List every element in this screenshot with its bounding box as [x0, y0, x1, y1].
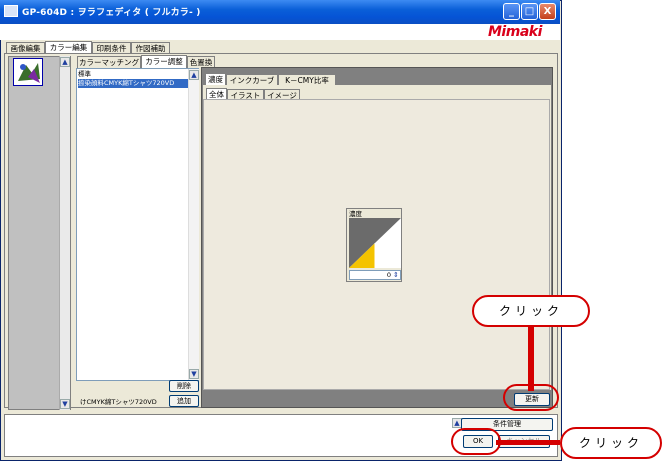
minimize-button[interactable]: _ [503, 3, 520, 20]
tab-color-matching[interactable]: カラーマッチング [77, 56, 141, 68]
scroll-down-icon[interactable]: ▼ [189, 369, 199, 379]
scroll-up-icon[interactable]: ▲ [189, 70, 199, 80]
ok-highlight-ring [451, 428, 501, 455]
tab-color-adjust[interactable]: カラー調整 [141, 55, 187, 68]
click-callout-update: クリック [472, 295, 590, 327]
density-curve-graph [349, 218, 401, 268]
thumbnail-illustration-icon [18, 63, 40, 83]
callout-connector [528, 327, 534, 391]
profile-name: けCMYK綿Tシャツ720VD [80, 398, 157, 406]
spin-arrows-icon[interactable]: ⇕ [393, 271, 399, 279]
window-title: GP-604D : ヲラフェディタ ( フルカラ- ) [22, 8, 201, 18]
click-callout-ok: クリック [560, 427, 662, 459]
image-thumbnail[interactable] [13, 58, 43, 86]
list-scrollbar[interactable] [188, 69, 199, 380]
density-label: 濃度 [349, 210, 362, 218]
close-button[interactable]: X [539, 3, 556, 20]
list-item[interactable]: 標準 [78, 70, 188, 79]
mimaki-logo: Mimaki [488, 24, 542, 40]
maximize-button[interactable]: □ [521, 3, 538, 20]
color-list[interactable] [76, 68, 199, 381]
scroll-up-icon[interactable]: ▲ [60, 57, 70, 67]
thumbnail-scrollbar[interactable] [59, 56, 70, 410]
callout-connector [496, 440, 560, 445]
app-icon [4, 5, 18, 17]
scroll-down-icon[interactable]: ▼ [60, 399, 70, 409]
logo-strip [0, 24, 560, 40]
delete-button[interactable]: 削除 [169, 380, 199, 392]
add-button[interactable]: 追加 [169, 395, 199, 407]
list-item[interactable]: 捺染顔料CMYK綿Tシャツ720VD [78, 79, 188, 88]
